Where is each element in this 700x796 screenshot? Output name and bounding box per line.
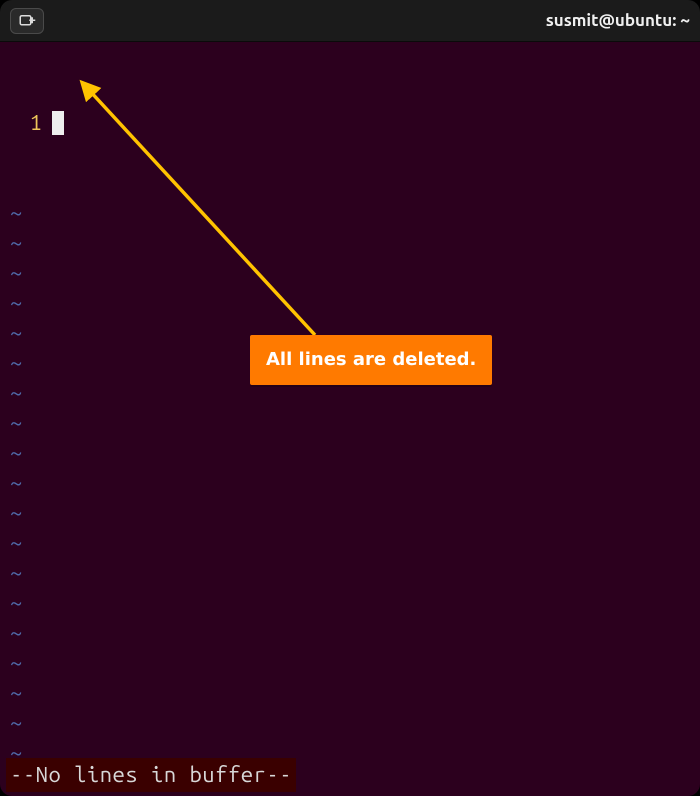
new-tab-icon — [18, 12, 36, 30]
editor-area[interactable]: 1 ~~~~~~~~~~~~~~~~~~~~~~ — [10, 48, 690, 760]
terminal-window: susmit@ubuntu: ~ 1 ~~~~~~~~~~~~~~~~~~~~~… — [0, 0, 700, 796]
window-title: susmit@ubuntu: ~ — [546, 11, 690, 30]
new-tab-button[interactable] — [10, 8, 44, 34]
empty-line-tilde: ~ — [10, 528, 690, 558]
empty-line-tilde: ~ — [10, 708, 690, 738]
empty-line-tilde: ~ — [10, 408, 690, 438]
empty-line-tilde: ~ — [10, 258, 690, 288]
editor-line-1: 1 — [10, 108, 690, 138]
empty-line-tilde: ~ — [10, 438, 690, 468]
empty-line-tilde: ~ — [10, 618, 690, 648]
status-message: --No lines in buffer-- — [6, 758, 296, 792]
titlebar: susmit@ubuntu: ~ — [0, 0, 700, 42]
empty-line-tilde: ~ — [10, 558, 690, 588]
empty-line-tilde: ~ — [10, 588, 690, 618]
empty-line-tilde: ~ — [10, 198, 690, 228]
empty-line-tilde: ~ — [10, 498, 690, 528]
terminal-body[interactable]: 1 ~~~~~~~~~~~~~~~~~~~~~~ --No lines in b… — [0, 42, 700, 796]
empty-line-tilde: ~ — [10, 468, 690, 498]
empty-line-tilde: ~ — [10, 678, 690, 708]
cursor-block — [52, 111, 64, 135]
empty-line-tilde: ~ — [10, 228, 690, 258]
annotation-callout: All lines are deleted. — [250, 335, 492, 385]
line-number: 1 — [10, 108, 50, 138]
empty-line-tilde: ~ — [10, 648, 690, 678]
empty-line-tilde: ~ — [10, 288, 690, 318]
